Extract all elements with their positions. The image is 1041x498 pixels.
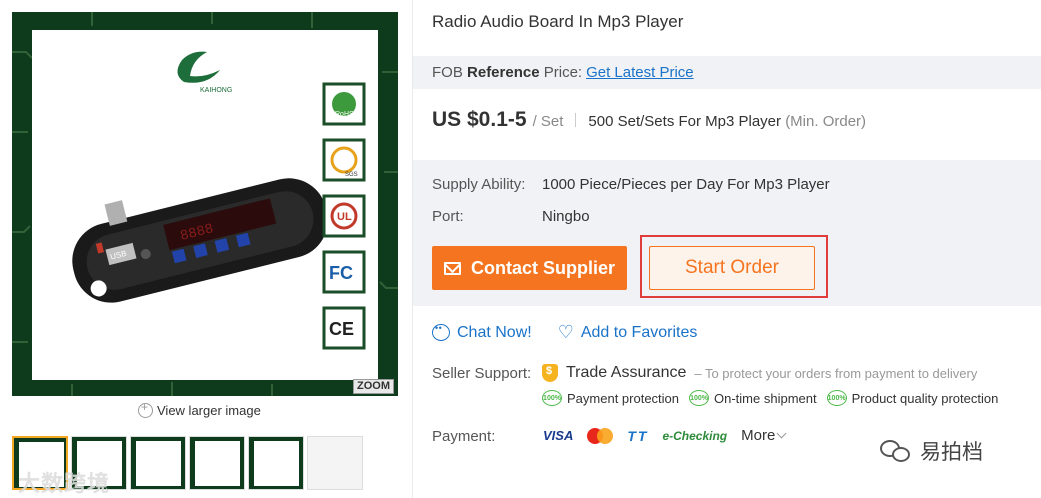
mail-icon <box>443 261 461 275</box>
view-larger-label: View larger image <box>157 403 261 418</box>
thumbnail[interactable] <box>307 436 363 490</box>
main-product-image[interactable]: KAIHONG USB 8888 RoHS SGS UL FC CE ZOOM <box>12 12 398 396</box>
fob-label-suffix: Price: <box>539 64 583 81</box>
price-row: US $0.1-5 / Set 500 Set/Sets For Mp3 Pla… <box>432 108 866 132</box>
supply-value: 1000 Piece/Pieces per Day For Mp3 Player <box>542 176 830 193</box>
add-to-favorites-label: Add to Favorites <box>580 323 698 341</box>
price-unit: / Set <box>532 113 564 130</box>
percent-badge-icon: 100% <box>689 390 710 406</box>
fob-label-bold: Reference <box>467 64 540 81</box>
guarantee-label: On-time shipment <box>714 390 817 406</box>
start-order-button[interactable]: Start Order <box>649 246 815 290</box>
guarantee-item: 100% Product quality protection <box>826 390 999 406</box>
min-order-note: (Min. Order) <box>785 113 867 130</box>
percent-badge-icon: 100% <box>826 390 847 406</box>
supply-ability-row: Supply Ability: 1000 Piece/Pieces per Da… <box>432 176 830 193</box>
thumbnail[interactable] <box>189 436 245 490</box>
price-value: US $0.1-5 <box>432 108 527 131</box>
product-gallery: KAIHONG USB 8888 RoHS SGS UL FC CE ZOOM … <box>0 0 412 498</box>
svg-text:RoHS: RoHS <box>335 111 354 118</box>
thumbnail[interactable] <box>248 436 304 490</box>
seller-support-label: Seller Support: <box>432 365 532 382</box>
svg-text:KAIHONG: KAIHONG <box>200 87 232 94</box>
trade-assurance-desc: – To protect your orders from payment to… <box>694 365 978 381</box>
mastercard-icon <box>587 427 614 444</box>
fob-price-row: FOB Reference Price: Get Latest Price <box>413 56 1041 89</box>
trade-assurance-row: Trade Assurance – To protect your orders… <box>542 364 977 382</box>
watermark-right: 易拍档 <box>880 436 983 466</box>
zoom-button[interactable]: ZOOM <box>353 379 394 394</box>
watermark-right-text: 易拍档 <box>920 441 983 464</box>
action-links: Chat Now! ♡ Add to Favorites <box>432 322 697 343</box>
price-separator <box>575 113 577 127</box>
echecking-icon: e-Checking <box>662 428 728 443</box>
guarantee-list: 100% Payment protection 100% On-time shi… <box>542 390 998 406</box>
svg-text:UL: UL <box>337 211 352 223</box>
guarantee-label: Payment protection <box>567 390 680 406</box>
zoom-in-icon <box>138 400 153 418</box>
product-photo: KAIHONG USB 8888 RoHS SGS UL FC CE <box>32 30 378 380</box>
min-order-value: 500 Set/Sets For Mp3 Player <box>588 113 782 130</box>
port-row: Port: Ningbo <box>432 208 590 225</box>
add-to-favorites-link[interactable]: ♡ Add to Favorites <box>558 322 698 343</box>
svg-text:CE: CE <box>329 319 354 339</box>
payment-label: Payment: <box>432 428 496 445</box>
wechat-icon <box>880 438 912 464</box>
contact-supplier-label: Contact Supplier <box>470 257 615 278</box>
more-payments-dropdown[interactable]: More <box>741 427 787 444</box>
heart-icon: ♡ <box>557 322 574 342</box>
more-label: More <box>741 427 776 444</box>
brand-logo: KAIHONG <box>177 51 232 94</box>
chat-now-link[interactable]: Chat Now! <box>432 323 532 342</box>
svg-text:FC: FC <box>329 263 353 283</box>
get-latest-price-link[interactable]: Get Latest Price <box>586 64 694 81</box>
percent-badge-icon: 100% <box>542 390 562 406</box>
visa-icon: VISA <box>543 428 574 443</box>
mp3-board-illustration: KAIHONG USB 8888 RoHS SGS UL FC CE <box>72 51 366 350</box>
payment-methods: VISA TT e-Checking More <box>543 427 787 444</box>
fob-label-prefix: FOB <box>432 64 468 81</box>
thumbnail[interactable] <box>130 436 186 490</box>
view-larger-link[interactable]: View larger image <box>138 400 261 418</box>
trade-assurance-icon <box>542 364 558 382</box>
contact-supplier-button[interactable]: Contact Supplier <box>432 246 627 290</box>
supply-label: Supply Ability: <box>432 176 526 193</box>
chat-icon <box>432 323 450 341</box>
trade-assurance-title[interactable]: Trade Assurance <box>566 364 686 382</box>
port-value: Ningbo <box>542 208 590 225</box>
guarantee-item: 100% Payment protection <box>542 390 679 406</box>
chevron-down-icon <box>776 428 787 439</box>
min-order: 500 Set/Sets For Mp3 Player (Min. Order) <box>588 113 866 130</box>
chat-now-label: Chat Now! <box>457 323 532 341</box>
tt-icon: TT <box>627 427 649 444</box>
guarantee-item: 100% On-time shipment <box>689 390 817 406</box>
guarantee-label: Product quality protection <box>851 390 999 406</box>
watermark-left: 大数跨境 <box>18 471 111 496</box>
svg-text:SGS: SGS <box>345 172 358 178</box>
port-label: Port: <box>432 208 464 225</box>
product-title: Radio Audio Board In Mp3 Player <box>432 12 684 31</box>
